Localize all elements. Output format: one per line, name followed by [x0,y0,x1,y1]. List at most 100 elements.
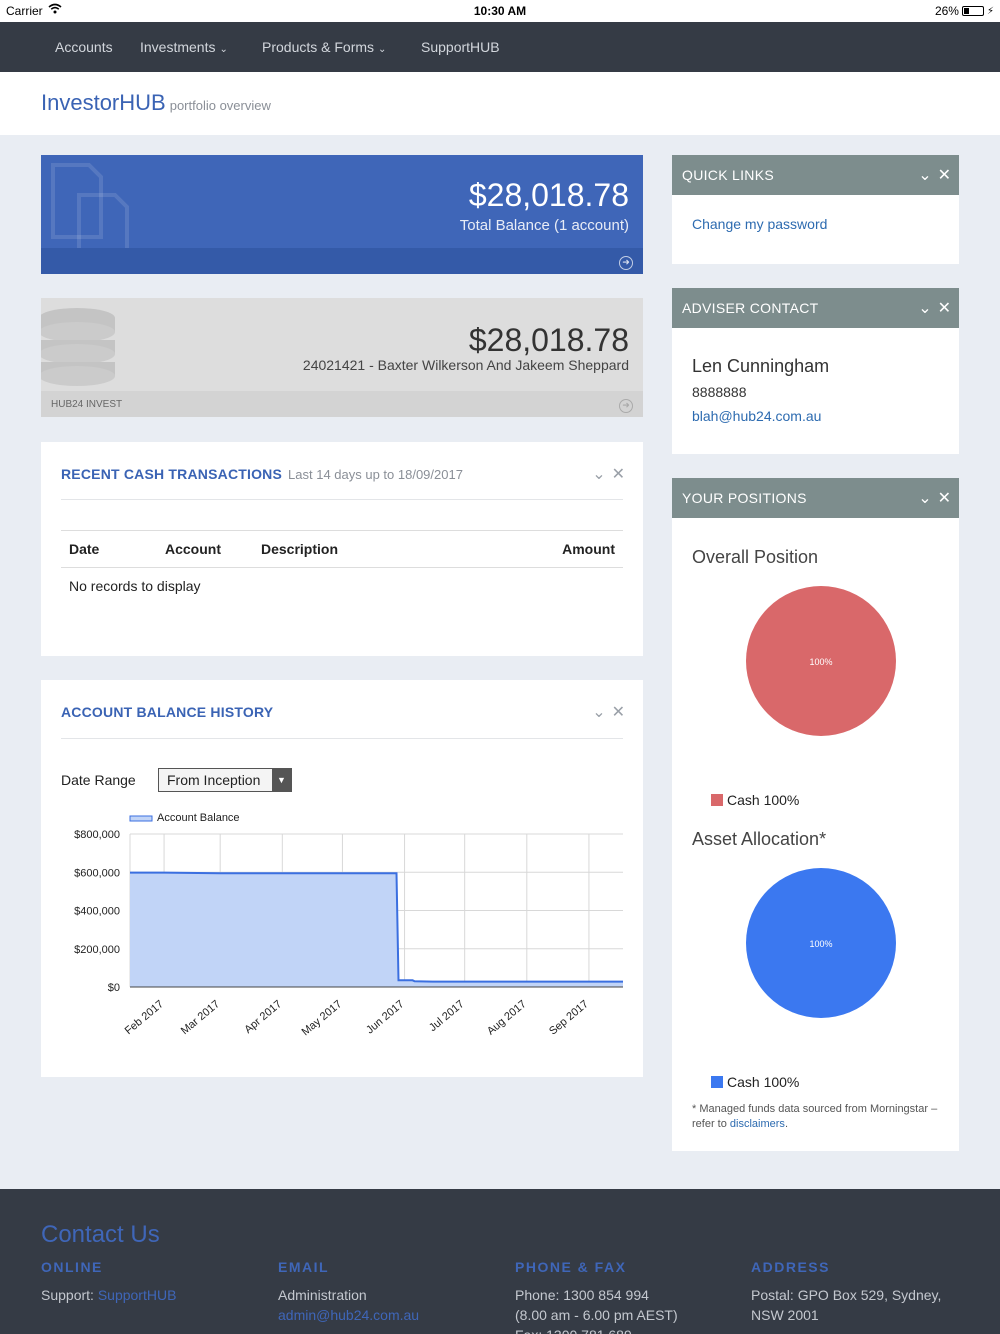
nav-accounts[interactable]: Accounts [55,39,113,55]
disclaimers-link[interactable]: disclaimers [730,1118,785,1130]
change-password-link[interactable]: Change my password [692,216,827,232]
close-icon[interactable]: ✕ [612,466,625,483]
collapse-icon[interactable]: ⌄ [918,300,931,317]
column-header[interactable]: Description [253,530,466,568]
pie-slice-label: 100% [809,939,832,949]
footer-heading: ADDRESS [751,1259,830,1275]
footer-line: Support: SupportHUB [41,1285,261,1305]
total-balance-label: Total Balance (1 account) [459,217,629,234]
x-tick-label: Aug 2017 [485,998,529,1037]
pie-slice-label: 100% [809,657,832,667]
column-header[interactable]: Amount [465,530,623,568]
panel-header: ADVISER CONTACT ⌄ ✕ [672,288,959,328]
panel-header: QUICK LINKS ⌄ ✕ [672,155,959,195]
nav-label: Accounts [55,39,113,55]
y-tick-label: $600,000 [74,867,120,879]
arrow-right-circle-icon[interactable]: ➜ [619,256,633,270]
note-text: * Managed funds data sourced from Mornin… [692,1103,938,1130]
panel-title: RECENT CASH TRANSACTIONS Last 14 days up … [61,466,463,482]
account-card[interactable]: $28,018.78 24021421 - Baxter Wilkerson A… [41,298,643,417]
balance-history-panel: ACCOUNT BALANCE HISTORY ⌄ ✕ Date Range Fr… [41,680,643,1077]
divider [61,738,623,739]
supporthub-link[interactable]: SupportHUB [98,1287,177,1303]
collapse-icon[interactable]: ⌄ [918,167,931,184]
table-header-row: Date Account Description Amount [61,530,623,568]
allocation-legend: Cash 100% [711,1074,799,1090]
area-series-fill [130,872,623,987]
footer: Contact Us ONLINE Support: SupportHUB EM… [0,1189,1000,1334]
total-balance-card[interactable]: $28,018.78 Total Balance (1 account) ➜ [41,155,643,274]
legend-label: Cash 100% [727,1074,800,1090]
close-icon[interactable]: ✕ [938,490,951,507]
footer-heading: ONLINE [41,1259,103,1275]
top-nav: Accounts Investments ⌄ Products & Forms ⌄ … [0,22,1000,72]
panel-title: ADVISER CONTACT [682,300,819,316]
footer-line: Administration [278,1287,367,1303]
collapse-icon[interactable]: ⌄ [592,704,605,721]
y-tick-label: $200,000 [74,944,120,956]
x-tick-label: Mar 2017 [179,998,222,1037]
nav-investments[interactable]: Investments ⌄ [140,39,228,55]
close-icon[interactable]: ✕ [938,300,951,317]
product-name: HUB24 INVEST [51,399,123,410]
panel-controls: ⌄ ✕ [586,702,625,722]
close-icon[interactable]: ✕ [938,167,951,184]
footer-address: ADDRESS Postal: GPO Box 529, Sydney, NSW… [751,1259,971,1325]
legend-swatch [711,1076,723,1088]
transactions-subtitle: Last 14 days up to 18/09/2017 [288,467,463,482]
x-tick-label: Feb 2017 [123,998,166,1037]
nav-label: Investments [140,39,216,55]
column-header[interactable]: Date [61,530,157,568]
page-header: InvestorHUB portfolio overview [0,72,1000,135]
admin-email-link[interactable]: admin@hub24.com.au [278,1305,498,1325]
footer-line: Phone: 1300 854 994 [515,1287,649,1303]
note-end: . [784,1118,788,1130]
account-name: 24021421 - Baxter Wilkerson And Jakeem S… [302,357,629,373]
x-tick-label: Apr 2017 [242,998,284,1036]
panel-title: ACCOUNT BALANCE HISTORY [61,704,274,720]
column-header[interactable]: Account [157,530,253,568]
x-tick-label: Sep 2017 [547,998,591,1037]
page-title-text: InvestorHUB [41,90,166,115]
divider [61,499,623,500]
footer-email: EMAIL Administration admin@hub24.com.au [278,1259,498,1325]
nav-products-forms[interactable]: Products & Forms ⌄ [262,39,386,55]
y-tick-label: $800,000 [74,829,120,841]
x-tick-label: May 2017 [300,998,345,1038]
transactions-table: Date Account Description Amount No recor… [61,530,623,604]
total-balance-amount: $28,018.78 [468,177,629,213]
panel-header: YOUR POSITIONS ⌄ ✕ [672,478,959,518]
panel-title: YOUR POSITIONS [682,490,807,506]
nav-supporthub[interactable]: SupportHUB [421,39,500,55]
card-footer-strip [41,248,643,274]
footer-text: Support: [41,1287,94,1303]
overall-position-title: Overall Position [692,547,819,567]
page-title: InvestorHUB portfolio overview [41,90,271,116]
arrow-right-circle-icon[interactable]: ➜ [619,399,633,413]
recent-transactions-panel: RECENT CASH TRANSACTIONS Last 14 days up … [41,442,643,656]
panel-controls: ⌄ ✕ [586,464,625,484]
transactions-title: RECENT CASH TRANSACTIONS [61,466,283,482]
collapse-icon[interactable]: ⌄ [918,490,931,507]
panel-controls: ⌄ ✕ [912,165,951,185]
chevron-down-icon: ⌄ [219,44,228,55]
footer-online: ONLINE Support: SupportHUB [41,1259,261,1305]
panel-title: QUICK LINKS [682,167,774,183]
adviser-email-link[interactable]: blah@hub24.com.au [692,408,821,424]
legend-label: Cash 100% [727,792,800,808]
table-row: No records to display [61,568,623,605]
panel-controls: ⌄ ✕ [912,488,951,508]
legend-label: Account Balance [157,812,240,824]
adviser-name: Len Cunningham [692,356,830,376]
charging-icon: ⚡ [986,5,994,17]
date-range-select[interactable]: From Inception ▼ [158,768,292,792]
chevron-down-icon: ⌄ [378,44,387,55]
legend-swatch [711,794,723,806]
footer-phone: PHONE & FAX Phone: 1300 854 994 (8.00 am… [515,1259,735,1334]
nav-label: Products & Forms [262,39,375,55]
asset-allocation-title: Asset Allocation* [692,829,827,849]
footer-title: Contact Us [41,1221,160,1248]
close-icon[interactable]: ✕ [612,704,625,721]
collapse-icon[interactable]: ⌄ [592,466,605,483]
positions-panel: YOUR POSITIONS ⌄ ✕ Overall Position 100% … [672,478,959,1151]
